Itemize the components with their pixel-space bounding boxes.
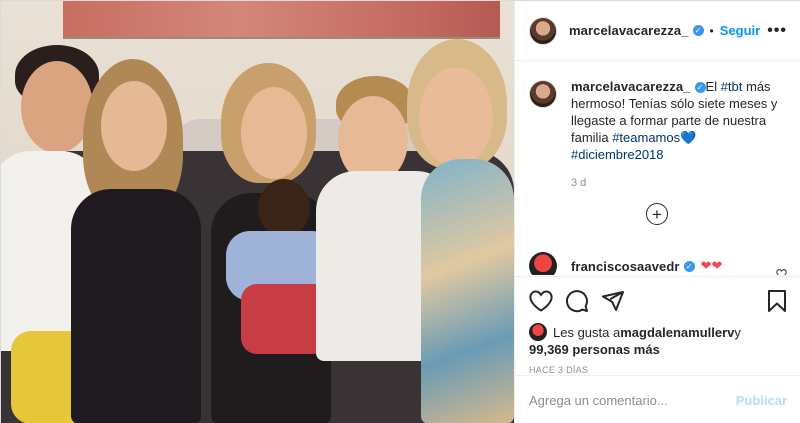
author-avatar[interactable]	[529, 16, 557, 45]
like-comment-icon[interactable]	[776, 268, 787, 275]
likes-summary: Les gusta a magdalenamullerv y	[529, 323, 787, 341]
likes-prefix: Les gusta a	[553, 324, 621, 340]
likes-count[interactable]: 99,369 personas más	[529, 342, 787, 357]
load-more-comments-icon[interactable]: +	[646, 203, 668, 225]
publish-button[interactable]: Publicar	[736, 393, 787, 408]
hashtag-teamamos[interactable]: #teamamos	[612, 130, 680, 145]
share-icon[interactable]	[601, 289, 625, 313]
more-options-icon[interactable]: •••	[767, 22, 787, 40]
heart-icon[interactable]	[529, 290, 553, 312]
post-photo[interactable]	[1, 1, 514, 423]
caption-timestamp[interactable]: 3 d	[571, 175, 786, 192]
hashtag-tbt[interactable]: #tbt	[721, 79, 743, 94]
comment-text: ❤❤	[700, 258, 723, 273]
verified-badge-icon: ✓	[683, 260, 695, 272]
follow-button[interactable]: Seguir	[720, 23, 760, 38]
comment-input[interactable]	[529, 392, 736, 408]
verified-badge-icon: ✓	[694, 82, 706, 93]
liker-avatar[interactable]	[529, 323, 547, 341]
post-date[interactable]: HACE 3 DÍAS	[529, 365, 787, 375]
action-icons	[529, 289, 787, 313]
comment-row: franciscosaavedr ✓ ❤❤	[529, 250, 787, 275]
caption-text-1: El	[705, 79, 721, 94]
likes-conjunction: y	[734, 324, 741, 340]
caption: marcelavacarezza_ ✓ El #tbt más hermoso! T…	[529, 78, 787, 192]
post-sidebar: marcelavacarezza_ ✓ • Seguir ••• marcela…	[514, 1, 800, 423]
add-comment-bar: Publicar	[515, 375, 800, 423]
caption-username[interactable]: marcelavacarezza_	[571, 79, 691, 94]
caption-author-avatar[interactable]	[529, 80, 557, 108]
post-header: marcelavacarezza_ ✓ • Seguir •••	[515, 1, 800, 61]
wall-painting	[63, 1, 500, 39]
author-username[interactable]: marcelavacarezza_	[569, 23, 689, 38]
verified-badge-icon: ✓	[692, 25, 704, 36]
comment-icon[interactable]	[565, 289, 589, 313]
blue-heart-emoji: 💙	[680, 130, 697, 145]
post-actions: Les gusta a magdalenamullerv y 99,369 pe…	[515, 276, 800, 375]
liker-username[interactable]: magdalenamullerv	[620, 324, 734, 341]
caption-text: marcelavacarezza_ ✓ El #tbt más hermoso! T…	[571, 78, 786, 192]
person-woman-3	[401, 39, 514, 423]
instagram-post: marcelavacarezza_ ✓ • Seguir ••• marcela…	[0, 0, 800, 423]
commenter-username[interactable]: franciscosaavedr	[571, 259, 680, 274]
hashtag-diciembre2018[interactable]: #diciembre2018	[571, 147, 664, 162]
bookmark-icon[interactable]	[767, 289, 787, 313]
comments-section: marcelavacarezza_ ✓ El #tbt más hermoso! T…	[515, 62, 800, 275]
commenter-avatar[interactable]	[529, 252, 557, 275]
person-woman-1	[71, 59, 211, 423]
separator-dot: •	[709, 23, 714, 38]
